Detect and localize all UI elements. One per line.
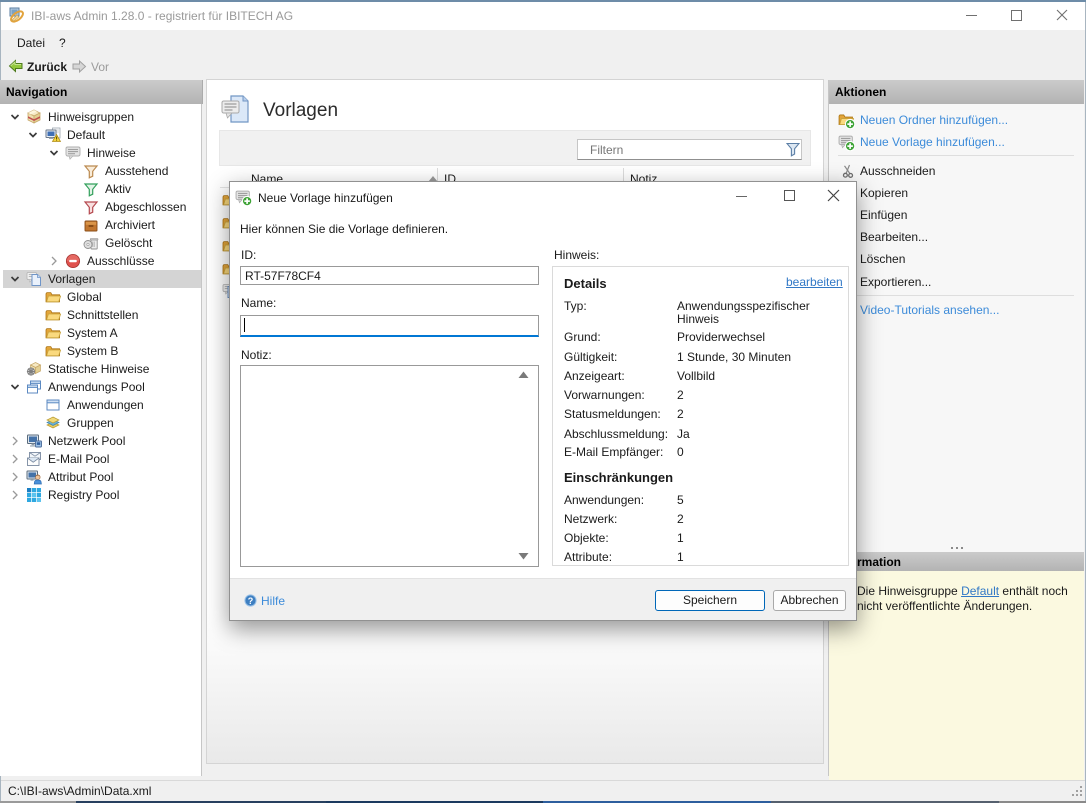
svg-text:?: ? (248, 596, 254, 606)
